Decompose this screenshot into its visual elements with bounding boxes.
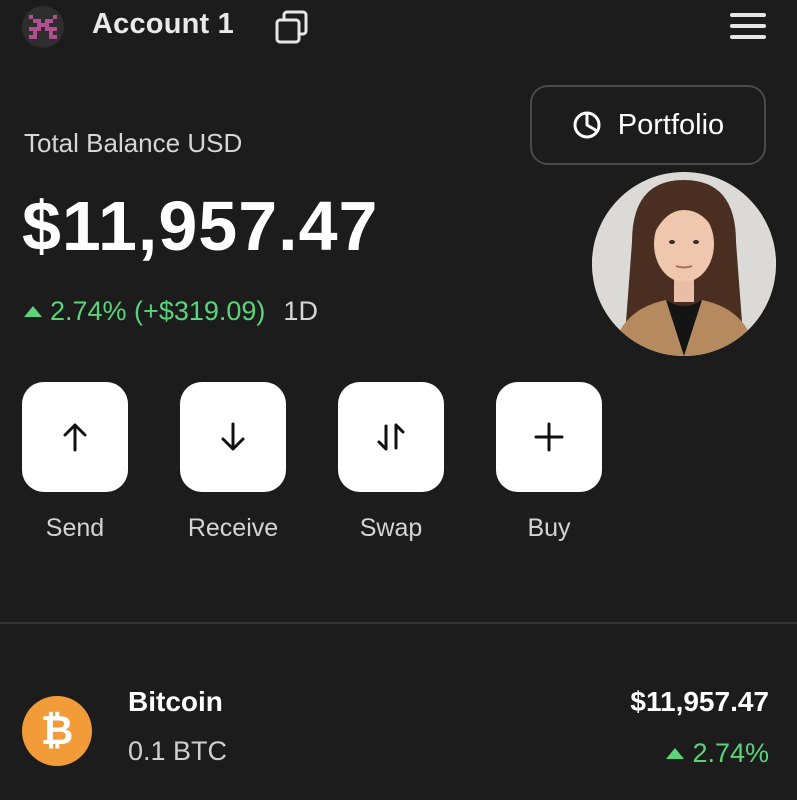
- asset-change-text: 2.74%: [692, 738, 769, 768]
- asset-change: 2.74%: [666, 738, 769, 769]
- buy-action: Buy: [496, 382, 602, 543]
- swap-icon: [377, 423, 405, 451]
- menu-button[interactable]: [728, 8, 768, 44]
- profile-photo: [592, 172, 776, 356]
- asset-name: Bitcoin: [128, 686, 223, 717]
- arrow-up-icon: [63, 423, 87, 452]
- buy-label: Buy: [527, 514, 571, 542]
- balance-change: 2.74% (+$319.09) 1D: [24, 296, 318, 327]
- send-action: Send: [22, 382, 128, 543]
- swap-button[interactable]: [338, 382, 444, 492]
- copy-address-button[interactable]: [272, 8, 312, 48]
- balance-change-text: 2.74% (+$319.09): [50, 296, 266, 326]
- section-divider: [0, 622, 797, 624]
- receive-action: Receive: [180, 382, 286, 543]
- period-label[interactable]: 1D: [283, 296, 318, 327]
- send-label: Send: [45, 514, 105, 542]
- swap-label: Swap: [359, 514, 423, 542]
- portfolio-button[interactable]: Portfolio: [530, 85, 766, 165]
- plus-icon: [534, 422, 564, 452]
- bitcoin-icon: ₿: [22, 696, 92, 766]
- up-triangle-icon: [24, 306, 42, 317]
- asset-row-bitcoin[interactable]: ₿ Bitcoin 0.1 BTC $11,957.47 2.74%: [0, 680, 797, 780]
- pixel-avatar-icon: [29, 15, 57, 39]
- receive-button[interactable]: [180, 382, 286, 492]
- arrow-down-icon: [221, 422, 245, 451]
- receive-label: Receive: [187, 514, 279, 542]
- balance-value: $11,957.47: [22, 187, 379, 265]
- top-bar: Account 1: [0, 0, 797, 56]
- buy-button[interactable]: [496, 382, 602, 492]
- asset-value: $11,957.47: [630, 686, 769, 717]
- portfolio-label: Portfolio: [617, 108, 725, 141]
- copy-icon: [275, 10, 308, 44]
- account-name[interactable]: Account 1: [92, 8, 234, 41]
- asset-amount: 0.1 BTC: [128, 736, 228, 766]
- up-triangle-icon: [666, 748, 685, 759]
- account-avatar[interactable]: [22, 6, 64, 48]
- hamburger-menu-icon: [730, 13, 766, 39]
- balance-label: Total Balance USD: [24, 128, 243, 158]
- swap-action: Swap: [338, 382, 444, 543]
- send-button[interactable]: [22, 382, 128, 492]
- pie-chart-icon: [573, 111, 601, 139]
